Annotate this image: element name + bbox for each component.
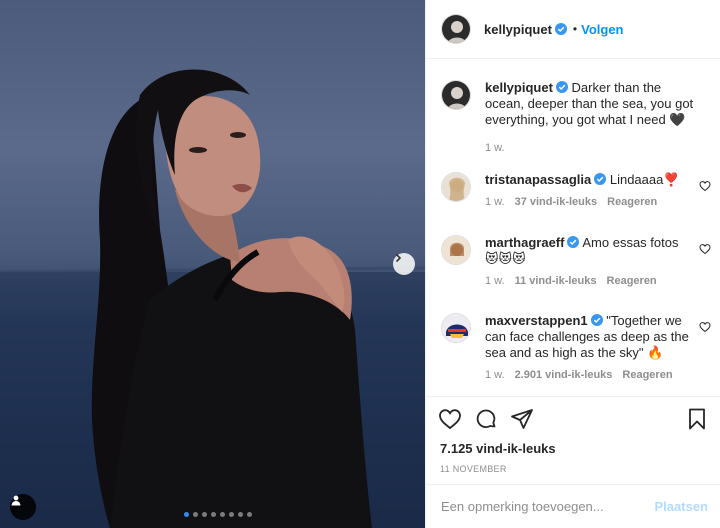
post-header: kellypiquet • Volgen [426, 0, 720, 59]
comment-likes[interactable]: 37 vind-ik-leuks [515, 196, 598, 208]
verified-badge-icon [554, 23, 567, 35]
tagged-people-button[interactable] [10, 494, 36, 520]
like-comment-heart-icon[interactable] [699, 321, 711, 333]
avatar[interactable] [441, 313, 471, 343]
carousel-dot [184, 512, 189, 517]
comment-item: tristanapassaglia Lindaaaa❣️ 1 w. 37 vin… [441, 172, 711, 208]
reply-button[interactable]: Reageren [607, 196, 657, 208]
chevron-right-icon [395, 253, 402, 263]
comment-time[interactable]: 1 w. [485, 369, 505, 381]
comment-likes[interactable]: 2.901 vind-ik-leuks [515, 369, 613, 381]
verified-badge-icon [555, 81, 568, 93]
comment-username[interactable]: marthagraeff [485, 235, 564, 250]
caption: kellypiquet Darker than the ocean, deepe… [441, 80, 711, 154]
add-comment-bar: Plaatsen [426, 484, 720, 528]
likes-count[interactable]: 7.125 vind-ik-leuks [438, 441, 709, 456]
carousel-dot [220, 512, 225, 517]
comment-item: maxverstappen1 "Together we can face cha… [441, 313, 711, 381]
separator-dot: • [572, 22, 578, 36]
next-photo-button[interactable] [393, 253, 415, 275]
like-heart-icon[interactable] [438, 407, 462, 431]
carousel-dot [247, 512, 252, 517]
post-details-panel: kellypiquet • Volgen kellypiquet Darker … [425, 0, 720, 528]
author-username[interactable]: kellypiquet [484, 22, 552, 37]
reply-button[interactable]: Reageren [622, 369, 672, 381]
carousel-dot [238, 512, 243, 517]
verified-badge-icon [590, 314, 603, 326]
like-comment-heart-icon[interactable] [699, 180, 711, 192]
comment-input[interactable] [441, 499, 655, 514]
comment-item: marthagraeff Amo essas fotos 😻😻😻 1 w. 11… [441, 235, 711, 287]
share-send-icon[interactable] [510, 407, 534, 431]
comment-username[interactable]: tristanapassaglia [485, 172, 591, 187]
person-icon [11, 495, 21, 506]
carousel-dot [193, 512, 198, 517]
comments-list[interactable]: kellypiquet Darker than the ocean, deepe… [426, 60, 720, 396]
comment-time[interactable]: 1 w. [485, 196, 505, 208]
carousel-dot [211, 512, 216, 517]
photo-illustration [0, 69, 425, 528]
comment-text: Lindaaaa❣️ [609, 172, 680, 187]
comment-likes[interactable]: 11 vind-ik-leuks [515, 275, 597, 287]
avatar[interactable] [441, 14, 471, 44]
post-date[interactable]: 11 NOVEMBER [438, 464, 709, 474]
comment-bubble-icon[interactable] [474, 407, 498, 431]
follow-button[interactable]: Volgen [581, 22, 623, 37]
comment-time[interactable]: 1 w. [485, 275, 505, 287]
bookmark-icon[interactable] [685, 407, 709, 431]
avatar[interactable] [441, 80, 471, 110]
carousel-indicator [184, 512, 252, 517]
post-comment-button[interactable]: Plaatsen [655, 499, 708, 514]
post-photo[interactable] [0, 0, 425, 528]
verified-badge-icon [567, 236, 580, 248]
post-actions: 7.125 vind-ik-leuks 11 NOVEMBER [426, 396, 720, 474]
comment-username[interactable]: maxverstappen1 [485, 313, 588, 328]
avatar[interactable] [441, 172, 471, 202]
verified-badge-icon [594, 173, 607, 185]
carousel-dot [229, 512, 234, 517]
caption-username[interactable]: kellypiquet [485, 80, 553, 95]
avatar[interactable] [441, 235, 471, 265]
reply-button[interactable]: Reageren [607, 275, 657, 287]
like-comment-heart-icon[interactable] [699, 243, 711, 255]
carousel-dot [202, 512, 207, 517]
caption-time[interactable]: 1 w. [485, 142, 505, 154]
